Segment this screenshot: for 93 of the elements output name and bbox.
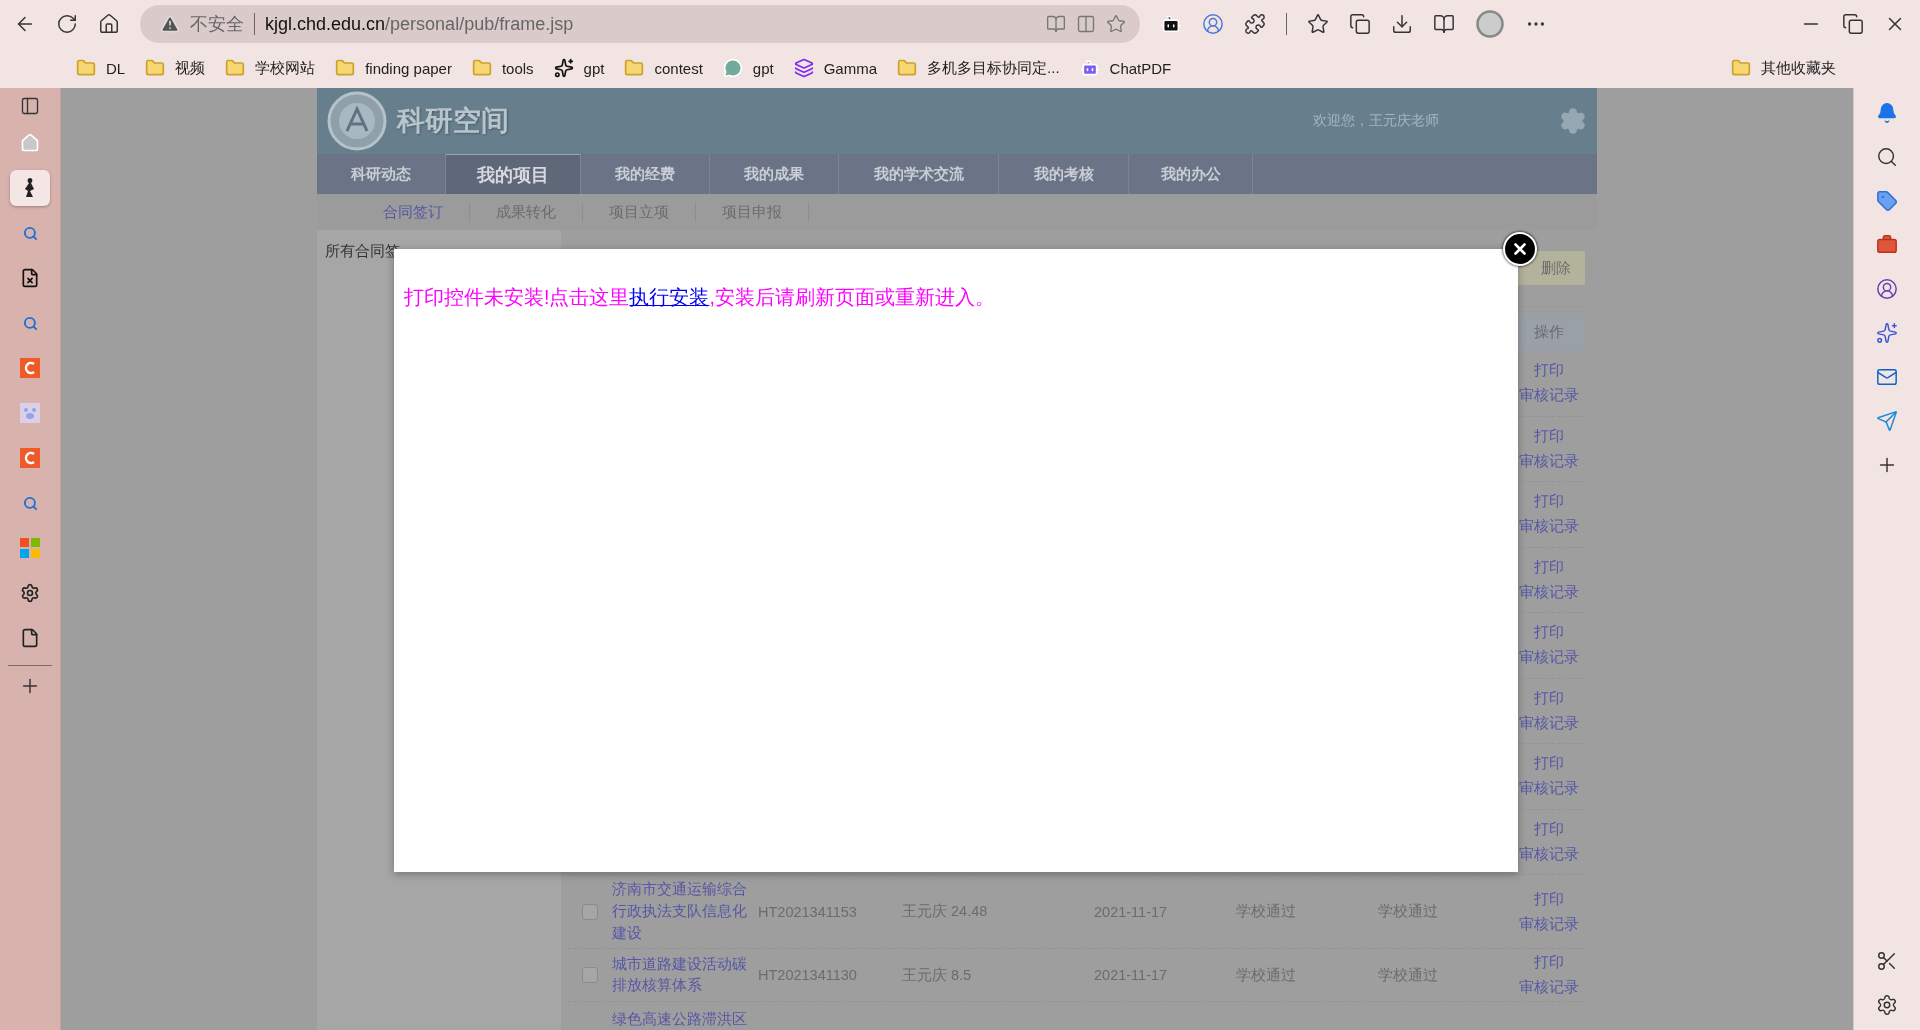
folder-icon bbox=[225, 58, 246, 78]
favorite-icon[interactable] bbox=[1106, 14, 1126, 34]
url-path: /personal/pub/frame.jsp bbox=[385, 13, 574, 35]
file-icon bbox=[20, 268, 40, 288]
briefcase-icon[interactable] bbox=[1876, 234, 1898, 256]
bookmark[interactable]: Gamma bbox=[793, 58, 878, 78]
settings-icon[interactable] bbox=[1876, 994, 1898, 1016]
action-link[interactable]: 打印 bbox=[1534, 688, 1564, 708]
screenshot-icon[interactable] bbox=[1876, 950, 1898, 972]
action-link[interactable]: 审核记录 bbox=[1519, 648, 1579, 668]
download-icon[interactable] bbox=[1391, 13, 1413, 35]
profile-avatar[interactable] bbox=[1475, 9, 1505, 39]
page-icon bbox=[20, 628, 40, 648]
search-icon[interactable] bbox=[1876, 146, 1898, 168]
security-label: 不安全 bbox=[190, 13, 244, 36]
bookmark[interactable]: ChatPDF bbox=[1079, 58, 1172, 78]
vertical-tab[interactable] bbox=[10, 170, 50, 206]
site-title: 科研空间 bbox=[397, 104, 509, 138]
bookmark[interactable]: tools bbox=[471, 58, 534, 78]
layers-icon bbox=[793, 58, 814, 78]
row-checkbox[interactable] bbox=[582, 967, 598, 984]
action-link[interactable]: 审核记录 bbox=[1519, 451, 1579, 471]
sidebar-toggle-icon[interactable] bbox=[20, 96, 40, 116]
tiles-icon bbox=[20, 538, 40, 558]
action-link[interactable]: 审核记录 bbox=[1519, 517, 1579, 537]
home-icon[interactable] bbox=[98, 13, 120, 35]
action-link[interactable]: 审核记录 bbox=[1519, 386, 1579, 406]
action-link[interactable]: 打印 bbox=[1534, 492, 1564, 512]
action-link[interactable]: 打印 bbox=[1534, 754, 1564, 774]
restore-icon[interactable] bbox=[1842, 13, 1864, 35]
project-link[interactable]: 城市道路建设活动碳排放核算体系 bbox=[612, 953, 752, 997]
project-link[interactable]: 绿色高速公路滞洪区 bbox=[612, 1006, 752, 1030]
split-screen-icon[interactable] bbox=[1076, 14, 1096, 34]
address-bar[interactable]: 不安全 kjgl.chd.edu.cn/personal/pub/frame.jsp bbox=[140, 5, 1140, 43]
folder-icon bbox=[76, 58, 96, 78]
action-link[interactable]: 审核记录 bbox=[1519, 914, 1579, 934]
settings-icon bbox=[20, 583, 40, 603]
action-link[interactable]: 打印 bbox=[1534, 889, 1564, 909]
bookmark[interactable]: finding paper bbox=[335, 58, 452, 78]
bookmark[interactable]: 多机多目标协同定... bbox=[897, 58, 1060, 78]
install-link[interactable]: 执行安装 bbox=[629, 286, 710, 308]
url-host: kjgl.chd.edu.cn bbox=[265, 13, 386, 35]
action-link[interactable]: 打印 bbox=[1534, 819, 1564, 839]
folder-icon bbox=[897, 58, 918, 78]
project-link[interactable]: 济南市交通运输综合行政执法支队信息化建设 bbox=[612, 879, 752, 945]
bookmark[interactable]: 学校网站 bbox=[225, 58, 316, 78]
paper-plane-icon[interactable] bbox=[1876, 410, 1898, 432]
subnav-tab[interactable]: 合同签订 bbox=[357, 202, 470, 222]
nav-tab[interactable]: 我的项目 bbox=[446, 154, 581, 194]
warning-icon bbox=[160, 14, 180, 34]
bookmark[interactable]: gpt bbox=[722, 58, 774, 78]
action-link[interactable]: 审核记录 bbox=[1519, 582, 1579, 602]
dialog-message: 打印控件未安装!点击这里执行安装,安装后请刷新页面或重新进入。 bbox=[404, 285, 996, 310]
sparkle-icon[interactable] bbox=[1876, 322, 1898, 344]
reload-icon[interactable] bbox=[56, 13, 78, 35]
action-link[interactable]: 审核记录 bbox=[1519, 844, 1579, 864]
bookmark[interactable]: 视频 bbox=[145, 58, 206, 78]
favorites-icon[interactable] bbox=[1307, 13, 1329, 35]
bookmark[interactable]: gpt bbox=[553, 58, 605, 78]
home-icon bbox=[20, 133, 40, 153]
bell-icon[interactable] bbox=[1876, 102, 1898, 124]
paw-icon bbox=[20, 403, 40, 423]
collections-icon[interactable] bbox=[1349, 13, 1371, 35]
folder-icon bbox=[335, 58, 356, 78]
action-link[interactable]: 审核记录 bbox=[1519, 713, 1579, 733]
folder-icon bbox=[145, 58, 166, 78]
bookmark[interactable]: DL bbox=[76, 58, 126, 78]
bookmark[interactable]: contest bbox=[624, 58, 703, 78]
action-link[interactable]: 审核记录 bbox=[1519, 779, 1579, 799]
chat-icon bbox=[722, 58, 743, 78]
search-icon bbox=[22, 315, 38, 331]
action-link[interactable]: 打印 bbox=[1534, 426, 1564, 446]
folder-icon bbox=[624, 58, 645, 78]
bookmark[interactable]: 其他收藏夹 bbox=[1731, 58, 1836, 78]
extensions-icon[interactable] bbox=[1244, 13, 1266, 35]
search-icon bbox=[22, 495, 38, 511]
search-icon bbox=[22, 225, 38, 241]
action-link[interactable]: 打印 bbox=[1534, 557, 1564, 577]
folder-icon bbox=[1731, 58, 1751, 78]
row-checkbox[interactable] bbox=[582, 903, 598, 920]
tag-icon[interactable] bbox=[1876, 190, 1898, 212]
action-link[interactable]: 打印 bbox=[1534, 953, 1564, 973]
action-link[interactable]: 审核记录 bbox=[1519, 978, 1579, 998]
action-link[interactable]: 打印 bbox=[1534, 623, 1564, 643]
folder-icon bbox=[471, 58, 492, 78]
letter-tile-icon bbox=[20, 358, 40, 378]
close-icon bbox=[1511, 240, 1529, 258]
mail-icon[interactable] bbox=[1876, 366, 1898, 388]
extension-icon[interactable] bbox=[1160, 13, 1182, 35]
robot-icon bbox=[1079, 58, 1100, 78]
logo-emblem bbox=[327, 91, 387, 151]
action-link[interactable]: 打印 bbox=[1534, 361, 1564, 381]
letter-tile-icon bbox=[20, 448, 40, 468]
